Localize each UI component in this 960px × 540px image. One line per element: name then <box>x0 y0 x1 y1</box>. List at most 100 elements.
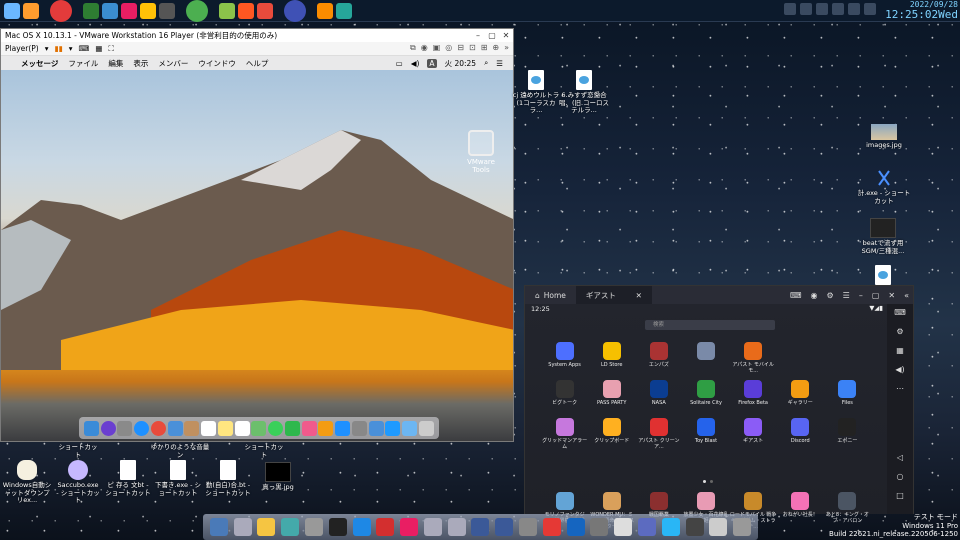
device-icon[interactable]: ⊕ <box>492 43 499 53</box>
menu-item[interactable]: ウインドウ <box>198 58 236 69</box>
taskbar-app-icon[interactable] <box>336 2 352 19</box>
vmware-title-bar[interactable]: Mac OS X 10.13.1 - VMware Workstation 16… <box>1 29 513 42</box>
taskbar-app-icon[interactable] <box>219 2 235 19</box>
search-input[interactable]: 検索 <box>645 320 775 330</box>
maps-icon[interactable] <box>251 420 267 436</box>
device-icon[interactable]: ⊡ <box>469 43 476 53</box>
app-launcher[interactable]: ギアスト <box>730 418 777 450</box>
app-launcher[interactable]: System Apps <box>541 342 588 374</box>
mac-clock[interactable]: 火 20:25 <box>445 58 477 69</box>
app-launcher[interactable]: Toy Blast <box>682 418 729 450</box>
app-icon[interactable] <box>471 518 490 536</box>
menu-item[interactable]: ヘルプ <box>246 58 269 69</box>
menu-item[interactable]: ファイル <box>68 58 98 69</box>
taskbar-app-icon[interactable] <box>140 2 156 19</box>
page-dot[interactable] <box>703 480 706 483</box>
minimize-icon[interactable]: – <box>471 29 485 42</box>
pause-icon[interactable]: ▮▮ <box>54 44 62 53</box>
facetime-icon[interactable] <box>284 420 300 436</box>
folder-icon[interactable] <box>257 518 276 536</box>
desktop-icon-file1[interactable]: ピ 存る 文bt - ショートカット <box>104 460 152 497</box>
media-player-icon[interactable] <box>352 518 371 536</box>
taskbar-app-icon[interactable] <box>186 0 208 22</box>
messages-icon[interactable] <box>268 420 284 436</box>
trash-icon[interactable] <box>733 518 752 536</box>
menu-item[interactable]: 編集 <box>108 58 123 69</box>
app-icon[interactable] <box>685 518 704 536</box>
menu-item[interactable]: メンバー <box>158 58 188 69</box>
drive-icon[interactable] <box>590 518 609 536</box>
device-icon[interactable]: ⊞ <box>481 43 488 53</box>
drive-icon[interactable] <box>447 518 466 536</box>
search-icon[interactable]: ⌕ <box>484 58 488 68</box>
fullscreen-icon[interactable]: ⛶ <box>108 44 113 54</box>
close-icon[interactable]: ✕ <box>499 29 513 42</box>
app-icon[interactable] <box>566 518 585 536</box>
taskbar-app-icon[interactable] <box>121 2 137 19</box>
taskbar-app-icon[interactable] <box>159 2 175 19</box>
device-icon[interactable]: ⧉ <box>410 43 416 53</box>
restore-icon[interactable]: ▢ <box>485 29 499 42</box>
tray-icon[interactable] <box>832 3 844 15</box>
appstore-icon[interactable] <box>385 420 401 436</box>
app-launcher[interactable]: おねがい社長！ <box>777 492 824 524</box>
gamepad-icon[interactable]: ⌨ <box>790 291 802 300</box>
taskbar-app-icon[interactable] <box>238 2 254 19</box>
app-launcher[interactable]: エポニー <box>824 418 871 450</box>
drive-icon[interactable] <box>233 518 252 536</box>
desktop-icon-images[interactable]: images.jpg <box>862 124 906 150</box>
close-icon[interactable]: ✕ <box>888 291 895 300</box>
minimize-icon[interactable]: – <box>859 291 863 300</box>
ibooks-icon[interactable] <box>318 420 334 436</box>
app-icon[interactable] <box>637 518 656 536</box>
desktop-icon-mp3[interactable]: 6.みすず恋愛合唱、(旧.コーロステルラ... <box>558 70 610 115</box>
send-keys-icon[interactable]: ⌨ <box>79 44 90 53</box>
desktop-icon-lnk[interactable]: 計.exe - ショートカット <box>855 168 913 205</box>
taskbar-app-icon[interactable] <box>284 0 306 22</box>
superman-icon[interactable] <box>542 518 561 536</box>
desktop-icon-file2[interactable]: 下書き.exe - ショートカット <box>154 460 202 497</box>
notes-icon[interactable] <box>217 420 233 436</box>
settings-icon[interactable]: ⚙ <box>826 291 833 300</box>
app-launcher[interactable]: エンパズ <box>635 342 682 374</box>
app-launcher[interactable]: NASA <box>635 380 682 412</box>
app-launcher[interactable]: Solitaire City <box>682 380 729 412</box>
device-icon[interactable]: ◉ <box>421 43 428 53</box>
app-launcher[interactable]: アパスト モバイル モ... <box>730 342 777 374</box>
player-menu[interactable]: Player(P) <box>5 44 39 53</box>
close-icon[interactable]: ✕ <box>636 291 642 300</box>
app-launcher[interactable]: Files <box>824 380 871 412</box>
taskbar-app-icon[interactable] <box>102 2 118 19</box>
menu-icon[interactable]: ☰ <box>843 291 850 300</box>
device-icon[interactable]: ▣ <box>433 43 441 53</box>
account-icon[interactable]: ◉ <box>811 291 818 300</box>
more-icon[interactable]: ⋯ <box>896 384 904 393</box>
back-icon[interactable]: ◁ <box>897 453 903 462</box>
taskbar-app-icon[interactable] <box>50 0 72 22</box>
app-launcher[interactable] <box>682 342 729 374</box>
finder-icon[interactable] <box>83 420 99 436</box>
taskbar-app-icon[interactable] <box>317 2 333 19</box>
input-source[interactable]: A <box>427 58 437 68</box>
taskbar-clock[interactable]: 2022/09/28 12:25:02Wed <box>885 0 958 21</box>
list-icon[interactable]: ☰ <box>496 59 503 68</box>
dropdown-icon[interactable]: ▾ <box>45 44 49 53</box>
finder-icon[interactable] <box>209 518 228 536</box>
app-launcher[interactable]: LD Store <box>588 342 635 374</box>
desktop-icon-beat[interactable]: beatで流す用SGM/三種混... <box>858 218 908 255</box>
launchpad-icon[interactable] <box>117 420 133 436</box>
menu-item[interactable]: 表示 <box>133 58 148 69</box>
desktop-icon-shutdown[interactable]: Windows自動シャットダウンプリex... <box>2 460 52 505</box>
app-launcher[interactable]: Discord <box>777 418 824 450</box>
settings-icon[interactable] <box>351 420 367 436</box>
app-launcher[interactable]: ビグトーク <box>541 380 588 412</box>
taskbar-app-icon[interactable] <box>23 2 39 19</box>
vmware-tools-icon[interactable]: VMware Tools <box>459 130 503 174</box>
desktop-icon-saccubo[interactable]: Saccubo.exe - ショートカット <box>56 460 100 505</box>
volume-icon[interactable]: ◀) <box>895 365 904 374</box>
desktop-icon-file3[interactable]: 勤(自白)合.bt - ショートカット <box>204 460 252 497</box>
collapse-icon[interactable]: « <box>904 291 909 300</box>
window-icon[interactable] <box>661 518 680 536</box>
app-icon[interactable] <box>495 518 514 536</box>
taskbar-app-icon[interactable] <box>4 2 20 19</box>
